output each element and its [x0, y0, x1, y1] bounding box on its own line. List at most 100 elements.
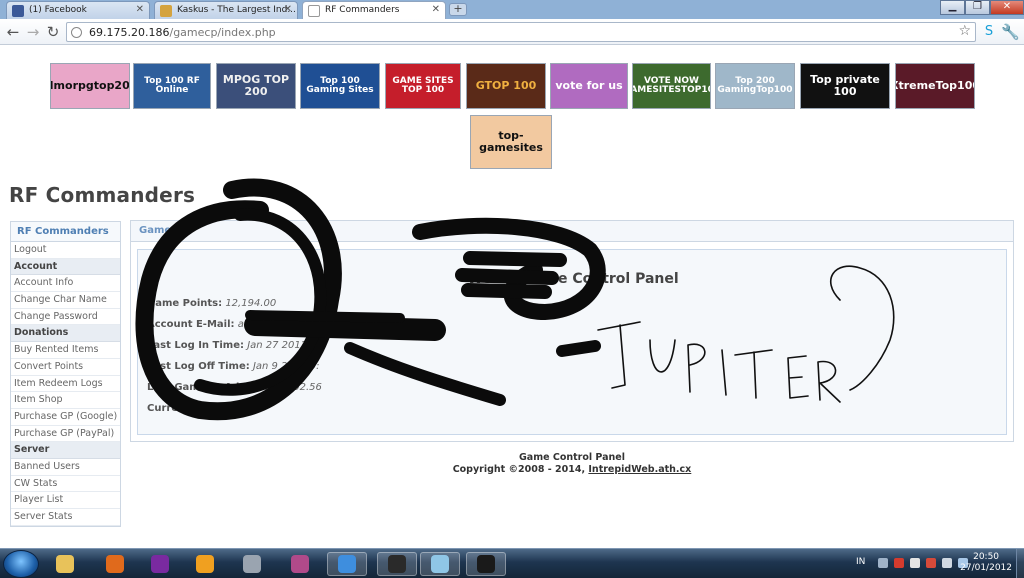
winrar-taskbar-button[interactable] [280, 552, 320, 576]
skype-extension-icon[interactable]: S [980, 23, 998, 41]
panel-body: Welcom ame Control Panel Game Points: 12… [137, 249, 1007, 435]
tray-app-icon[interactable] [894, 558, 904, 568]
facebook-icon [12, 5, 24, 17]
info-row: Game Points: 12,194.00 [147, 298, 276, 309]
minimize-button[interactable]: ▁ [940, 0, 965, 15]
info-label: Game Points: [147, 298, 223, 309]
sidebar-group-account: Account [11, 258, 120, 276]
tab-rf-commanders[interactable]: RF Commanders ✕ [302, 1, 446, 20]
bookmark-star-icon[interactable]: ☆ [958, 23, 971, 39]
maximize-button[interactable]: ❐ [965, 0, 990, 15]
vote-banner[interactable]: Top 100 RF Online [133, 63, 211, 109]
close-icon[interactable]: ✕ [284, 4, 292, 15]
game-launcher-taskbar-button[interactable] [377, 552, 417, 576]
url-text: 69.175.20.186/gamecp/index.php [89, 26, 276, 39]
intrepidweb-link[interactable]: IntrepidWeb.ath.cx [588, 464, 691, 475]
main-panel: Game Welcom ame Control Panel Game Point… [130, 220, 1014, 442]
back-button[interactable]: ← [4, 23, 22, 41]
sidebar-item-change-password[interactable]: Change Password [11, 309, 120, 326]
info-row: Account E-Mail: a [147, 319, 244, 330]
vote-banner[interactable]: Mmorpgtop200 [50, 63, 130, 109]
sidebar-item-cw-stats[interactable]: CW Stats [11, 476, 120, 493]
vote-banner[interactable]: XtremeTop100 [895, 63, 975, 109]
language-indicator[interactable]: IN [856, 557, 865, 567]
info-label: Current State: [147, 403, 228, 414]
browser-tab-strip: (1) Facebook ✕ Kaskus - The Largest Ind.… [0, 0, 1024, 20]
close-window-button[interactable]: ✕ [990, 0, 1024, 15]
close-icon[interactable]: ✕ [432, 4, 440, 15]
yahoo-messenger-icon [151, 555, 169, 573]
media-center-taskbar-button[interactable] [185, 552, 225, 576]
tab-game[interactable]: Game [131, 221, 1013, 242]
vote-banner[interactable]: vote for us [550, 63, 628, 109]
sidebar-item-logout[interactable]: Logout [11, 242, 120, 259]
tab-title: RF Commanders [325, 5, 400, 15]
notes-taskbar-button[interactable] [420, 552, 460, 576]
sidebar-group-donations: Donations [11, 325, 120, 343]
sidebar-item-item-redeem-logs[interactable]: Item Redeem Logs [11, 376, 120, 393]
sidebar-item-purchase-gp-google[interactable]: Purchase GP (Google) [11, 409, 120, 426]
info-row: Last Log In Time: Jan 27 2012 5:3 [147, 340, 326, 351]
game-launcher-icon [388, 555, 406, 573]
tab-kaskus[interactable]: Kaskus - The Largest Ind... ✕ [154, 1, 298, 19]
info-value: O [230, 403, 239, 414]
signal-icon[interactable] [926, 558, 936, 568]
forward-button[interactable]: → [24, 23, 42, 41]
info-row: Last Game IP Address: 30 02.56 [147, 382, 322, 393]
game-client-taskbar-button[interactable] [466, 552, 506, 576]
sidebar-item-item-shop[interactable]: Item Shop [11, 392, 120, 409]
chrome-taskbar-button[interactable] [327, 552, 367, 576]
vote-banner[interactable]: VOTE NOW GAMESITESTOP100 [632, 63, 711, 109]
sidebar-item-account-info[interactable]: Account Info [11, 275, 120, 293]
vote-banner[interactable]: GAME SITES TOP 100 [385, 63, 461, 109]
site-title: RF Commanders [9, 183, 196, 207]
vote-banner[interactable]: Top 200 GamingTop100 [715, 63, 795, 109]
copyright-text: Copyright ©2008 - 2014, [452, 464, 589, 475]
browser-toolbar: ← → ↻ 69.175.20.186/gamecp/index.php ☆ S… [0, 19, 1024, 45]
info-value: a [237, 319, 244, 330]
media-player-taskbar-button[interactable] [95, 552, 135, 576]
yahoo-messenger-taskbar-button[interactable] [140, 552, 180, 576]
vote-banners: Mmorpgtop200Top 100 RF OnlineMPOG TOP 20… [50, 63, 980, 173]
footer-copyright: Copyright ©2008 - 2014, IntrepidWeb.ath.… [0, 464, 1024, 476]
info-value: Jan 27 2012 5:3 [247, 340, 327, 351]
footer: Game Control Panel Copyright ©2008 - 201… [0, 452, 1024, 476]
sidebar-item-convert-points[interactable]: Convert Points [11, 359, 120, 376]
media-center-icon [196, 555, 214, 573]
sidebar-item-change-char-name[interactable]: Change Char Name [11, 292, 120, 309]
reload-button[interactable]: ↻ [44, 23, 62, 41]
info-value: 12,194.00 [225, 298, 277, 309]
vote-banner[interactable]: MPOG TOP 200 [216, 63, 296, 109]
address-bar[interactable]: 69.175.20.186/gamecp/index.php ☆ [66, 22, 976, 42]
show-desktop-button[interactable] [1016, 549, 1024, 578]
new-tab-button[interactable]: + [449, 3, 467, 16]
page-icon [308, 5, 320, 17]
sidebar-item-buy-rented-items[interactable]: Buy Rented Items [11, 342, 120, 359]
network-icon[interactable] [910, 558, 920, 568]
system-tray: IN 20:50 27/01/2012 [834, 549, 1024, 578]
vote-banner[interactable]: Top 100 Gaming Sites [300, 63, 380, 109]
tray-arrow-icon[interactable] [878, 558, 888, 568]
kaskus-icon [160, 5, 172, 17]
sidebar-item-purchase-gp-paypal[interactable]: Purchase GP (PayPal) [11, 426, 120, 443]
sidebar-item-server-stats[interactable]: Server Stats [11, 509, 120, 526]
vote-banner[interactable]: top-gamesites [470, 115, 552, 169]
info-label: Last Game IP Address: [147, 382, 275, 393]
volume-icon[interactable] [942, 558, 952, 568]
explorer-taskbar-button[interactable] [45, 552, 85, 576]
start-button[interactable] [3, 550, 39, 578]
pen-tool-taskbar-button[interactable] [232, 552, 272, 576]
sidebar: RF Commanders Logout Account Account Info C… [10, 221, 121, 527]
footer-title: Game Control Panel [518, 452, 626, 463]
close-icon[interactable]: ✕ [136, 4, 144, 15]
clock[interactable]: 20:50 27/01/2012 [960, 552, 1012, 574]
sidebar-item-player-list[interactable]: Player List [11, 492, 120, 509]
tab-facebook[interactable]: (1) Facebook ✕ [6, 1, 150, 19]
vote-banner[interactable]: Top private 100 [800, 63, 890, 109]
wrench-menu-icon[interactable]: 🔧 [1001, 23, 1020, 41]
vote-banner[interactable]: GTOP 100 [466, 63, 546, 109]
windows-taskbar: IN 20:50 27/01/2012 [0, 548, 1024, 578]
info-value: Jan 9 2012 9: [252, 361, 320, 372]
clock-date: 27/01/2012 [960, 563, 1012, 573]
welcome-heading: Welcom ame Control Panel [467, 271, 679, 287]
